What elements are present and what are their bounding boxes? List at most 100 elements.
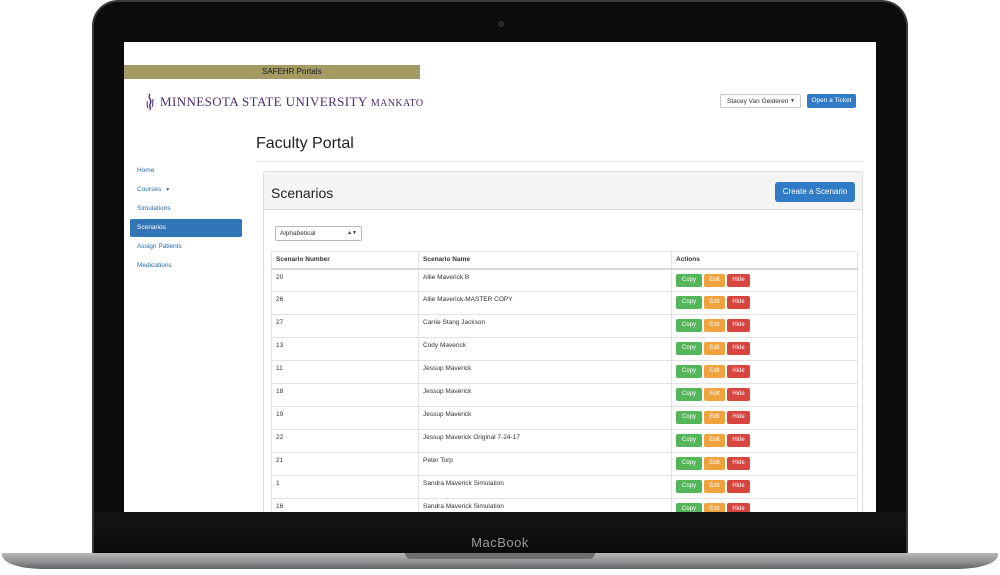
copy-button[interactable]: Copy: [676, 273, 702, 287]
sidebar-item-medications[interactable]: Medications: [130, 257, 242, 275]
scenario-name: Allie Maverick-MASTER COPY: [418, 291, 672, 315]
scenarios-panel: Scenarios Create a Scenario Alphabetical…: [263, 171, 863, 512]
hide-button[interactable]: Hide: [727, 457, 750, 470]
row-actions: Copy Edit Hide: [671, 360, 858, 384]
logo-text-suffix: MANKATO: [370, 98, 424, 109]
row-actions: Copy Edit Hide: [671, 291, 858, 315]
chevron-down-icon: ▲▼: [347, 230, 357, 236]
laptop-base-notch: [405, 553, 595, 559]
sidebar: Home Courses ▼ Simulations Scenarios Assi…: [130, 162, 242, 276]
hide-button[interactable]: Hide: [727, 342, 750, 355]
scenario-number: 21: [271, 452, 419, 476]
hide-button[interactable]: Hide: [727, 503, 750, 512]
sidebar-item-label: Home: [137, 167, 155, 174]
scenario-number: 13: [271, 337, 419, 361]
copy-button[interactable]: Copy: [676, 342, 702, 355]
table-header-row: Scenario Number Scenario Name Actions: [271, 251, 858, 270]
scenario-number: 18: [271, 383, 419, 407]
table-row: 13 Cody Maverick Copy Edit Hide: [271, 337, 858, 361]
scenarios-table: Scenario Number Scenario Name Actions 20…: [271, 251, 858, 512]
hide-button[interactable]: Hide: [727, 434, 750, 447]
logo-text-main: MINNESOTA STATE UNIVERSITY: [160, 94, 368, 109]
edit-button[interactable]: Edit: [704, 273, 725, 287]
hide-button[interactable]: Hide: [727, 273, 750, 287]
table-row: 1 Sandra Maverick Simulation Copy Edit Hide: [271, 475, 858, 499]
user-dropdown[interactable]: Stacey Van Gelderen ▼: [720, 94, 801, 108]
scenario-number: 20: [271, 268, 419, 292]
scenario-name: Jessup Maverick: [418, 383, 672, 407]
copy-button[interactable]: Copy: [676, 457, 702, 470]
copy-button[interactable]: Copy: [676, 296, 702, 309]
table-body: 20 Allie Maverick B Copy Edit Hide 26 Allie Ma…: [271, 268, 858, 512]
copy-button[interactable]: Copy: [676, 434, 702, 447]
user-name: Stacey Van Gelderen: [727, 98, 789, 105]
edit-button[interactable]: Edit: [704, 434, 725, 447]
scenario-number: 26: [271, 291, 419, 315]
scenario-name: Carrie Stang Jackson: [418, 314, 672, 338]
caret-down-icon: ▼: [165, 187, 171, 193]
column-header-name: Scenario Name: [418, 251, 672, 270]
title-divider: [256, 161, 864, 162]
edit-button[interactable]: Edit: [704, 296, 725, 309]
table-row: 18 Jessup Maverick Copy Edit Hide: [271, 383, 858, 407]
scenario-name: Jessup Maverick Original 7-24-17: [418, 429, 672, 453]
sidebar-item-scenarios[interactable]: Scenarios: [130, 219, 242, 237]
edit-button[interactable]: Edit: [704, 480, 725, 493]
row-actions: Copy Edit Hide: [671, 498, 858, 512]
hide-button[interactable]: Hide: [727, 480, 750, 493]
sidebar-item-courses[interactable]: Courses ▼: [130, 181, 242, 199]
logo-flame-icon: [146, 93, 154, 111]
table-row: 19 Jessup Maverick Copy Edit Hide: [271, 406, 858, 430]
logo-text: MINNESOTA STATE UNIVERSITY MANKATO: [160, 94, 423, 110]
sidebar-item-label: Simulations: [137, 205, 171, 212]
portal-bar[interactable]: SAFEHR Portals: [124, 65, 420, 79]
create-scenario-button[interactable]: Create a Scenario: [775, 182, 855, 202]
sidebar-item-assign-patients[interactable]: Assign Patients: [130, 238, 242, 256]
table-row: 27 Carrie Stang Jackson Copy Edit Hide: [271, 314, 858, 338]
hide-button[interactable]: Hide: [727, 319, 750, 332]
copy-button[interactable]: Copy: [676, 319, 702, 332]
edit-button[interactable]: Edit: [704, 503, 725, 512]
browser-screen: SAFEHR Portals MINNESOTA STATE UNIVERSIT…: [124, 42, 876, 512]
scenario-name: Jessup Maverick: [418, 360, 672, 384]
scenario-number: 19: [271, 406, 419, 430]
scenario-number: 16: [271, 498, 419, 512]
hide-button[interactable]: Hide: [727, 365, 750, 378]
edit-button[interactable]: Edit: [704, 342, 725, 355]
camera-icon: [498, 21, 504, 27]
row-actions: Copy Edit Hide: [671, 406, 858, 430]
hide-button[interactable]: Hide: [727, 296, 750, 309]
university-logo[interactable]: MINNESOTA STATE UNIVERSITY MANKATO: [144, 92, 423, 112]
scenario-name: Sandra Maverick Simulation: [418, 498, 672, 512]
sidebar-item-label: Assign Patients: [137, 243, 182, 250]
table-row: 16 Sandra Maverick Simulation Copy Edit Hide: [271, 498, 858, 512]
hide-button[interactable]: Hide: [727, 388, 750, 401]
sidebar-item-simulations[interactable]: Simulations: [130, 200, 242, 218]
row-actions: Copy Edit Hide: [671, 429, 858, 453]
copy-button[interactable]: Copy: [676, 411, 702, 424]
hide-button[interactable]: Hide: [727, 411, 750, 424]
edit-button[interactable]: Edit: [704, 411, 725, 424]
edit-button[interactable]: Edit: [704, 319, 725, 332]
row-actions: Copy Edit Hide: [671, 337, 858, 361]
table-row: 11 Jessup Maverick Copy Edit Hide: [271, 360, 858, 384]
table-row: 20 Allie Maverick B Copy Edit Hide: [271, 268, 858, 292]
open-ticket-button[interactable]: Open a Ticket: [807, 94, 856, 108]
sidebar-item-home[interactable]: Home: [130, 162, 242, 180]
sort-dropdown[interactable]: Alphabetical ▲▼: [275, 226, 362, 241]
copy-button[interactable]: Copy: [676, 388, 702, 401]
edit-button[interactable]: Edit: [704, 388, 725, 401]
edit-button[interactable]: Edit: [704, 457, 725, 470]
edit-button[interactable]: Edit: [704, 365, 725, 378]
copy-button[interactable]: Copy: [676, 365, 702, 378]
page-title: Faculty Portal: [256, 135, 354, 152]
scenario-name: Sandra Maverick Simulation: [418, 475, 672, 499]
sort-dropdown-value: Alphabetical: [280, 230, 316, 237]
copy-button[interactable]: Copy: [676, 503, 702, 512]
table-row: 21 Peter Torp Copy Edit Hide: [271, 452, 858, 476]
table-row: 26 Allie Maverick-MASTER COPY Copy Edit Hide: [271, 291, 858, 315]
row-actions: Copy Edit Hide: [671, 383, 858, 407]
copy-button[interactable]: Copy: [676, 480, 702, 493]
scenario-name: Jessup Maverick: [418, 406, 672, 430]
panel-header: Scenarios Create a Scenario: [264, 172, 862, 210]
